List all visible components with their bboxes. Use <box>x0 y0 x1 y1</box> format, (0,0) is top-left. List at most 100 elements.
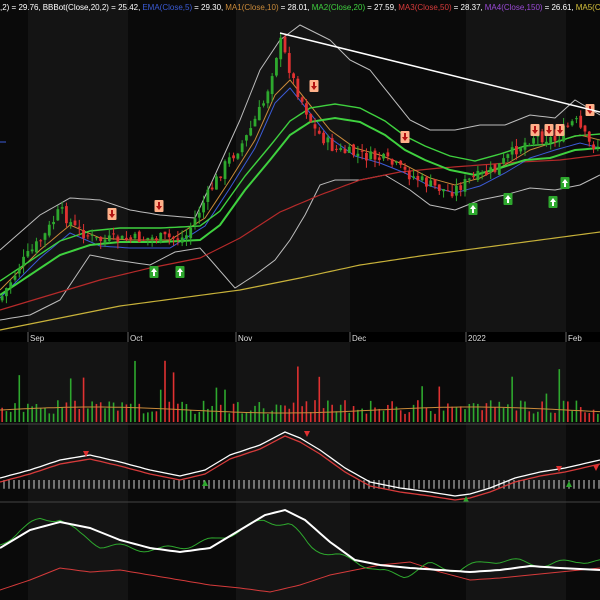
legend-item: = 27.59, <box>367 3 397 12</box>
candle-body <box>305 103 308 115</box>
candle-body <box>232 155 235 159</box>
candle-body <box>17 268 21 274</box>
candle-body <box>103 239 107 244</box>
candle-body <box>369 151 373 160</box>
candle-body <box>309 113 313 122</box>
legend-item: = 29.30, <box>194 3 224 12</box>
month-band <box>566 0 600 332</box>
candle-body <box>403 166 407 170</box>
stock-chart[interactable]: Sep Oct Nov Dec 2022 Feb ,2) = 29.76, BBBot(Cl… <box>0 0 600 600</box>
candle-body <box>180 237 184 243</box>
month-band <box>0 342 28 424</box>
candle-body <box>266 91 270 104</box>
legend-item: MA1(Close,10) <box>225 3 279 12</box>
candle-body <box>523 142 527 150</box>
candle-body <box>56 209 60 221</box>
candle-body <box>386 152 390 157</box>
candle-body <box>13 275 17 280</box>
candle-body <box>227 157 231 164</box>
candle-body <box>450 192 454 197</box>
buy-arrow-icon[interactable] <box>175 266 185 278</box>
candle-body <box>429 180 433 187</box>
candle-body <box>35 241 38 253</box>
time-axis-label: Nov <box>238 334 252 343</box>
month-band <box>350 502 466 600</box>
candle-body <box>279 37 283 60</box>
candle-body <box>446 190 450 192</box>
candle-body <box>472 176 475 178</box>
sell-arrow-icon[interactable] <box>544 124 554 136</box>
sell-arrow-icon[interactable] <box>555 124 565 136</box>
candle-body <box>322 132 325 144</box>
candle-body <box>352 144 355 156</box>
time-axis-label: Sep <box>30 334 45 343</box>
candle-body <box>416 175 420 181</box>
month-band <box>466 502 566 600</box>
candle-body <box>116 236 120 242</box>
candle-body <box>287 53 291 73</box>
candle-body <box>407 170 411 180</box>
candle-body <box>283 36 287 53</box>
candle-body <box>442 189 445 192</box>
buy-arrow-icon[interactable] <box>560 177 570 189</box>
candle-body <box>467 178 471 180</box>
candle-body <box>390 159 394 165</box>
candle-body <box>155 238 158 241</box>
time-axis-label: 2022 <box>468 334 486 343</box>
legend-item: ,2) = 29.76, <box>0 3 41 12</box>
time-axis: Sep Oct Nov Dec 2022 Feb <box>0 332 600 343</box>
legend-item: = 28.37, <box>453 3 483 12</box>
candle-body <box>317 130 321 134</box>
candle-body <box>236 153 240 159</box>
candle-body <box>43 233 47 240</box>
sell-arrow-icon[interactable] <box>400 131 410 143</box>
candle-body <box>557 139 561 143</box>
candle-body <box>540 131 544 143</box>
candle-body <box>193 218 197 226</box>
candle-body <box>395 161 398 163</box>
legend-item: MA3(Close,50) <box>398 3 452 12</box>
candle-body <box>275 57 278 76</box>
legend-item: MA5(Cl <box>575 3 600 12</box>
chart-canvas[interactable]: Sep Oct Nov Dec 2022 Feb <box>0 0 600 600</box>
buy-arrow-icon[interactable] <box>503 193 513 205</box>
candle-body <box>210 187 214 190</box>
candle-body <box>167 233 171 238</box>
time-axis-label: Feb <box>568 334 582 343</box>
candle-body <box>347 146 351 153</box>
candle-body <box>253 118 257 127</box>
candle-body <box>52 221 55 225</box>
candle-body <box>292 73 295 79</box>
candle-body <box>356 153 360 157</box>
sell-arrow-icon[interactable] <box>309 80 319 92</box>
candle-body <box>532 138 535 144</box>
candle-body <box>257 106 261 121</box>
candle-body <box>326 137 330 143</box>
candle-body <box>549 137 553 144</box>
legend-item: = 26.61, <box>544 3 574 12</box>
sell-arrow-icon[interactable] <box>107 208 117 220</box>
candle-body <box>545 141 548 146</box>
candle-body <box>120 235 124 240</box>
candle-body <box>86 235 90 237</box>
candle-body <box>506 154 510 158</box>
candle-body <box>142 239 145 241</box>
candle-body <box>420 176 424 181</box>
sell-arrow-icon[interactable] <box>530 124 540 136</box>
candle-body <box>587 131 591 142</box>
time-axis-label: Oct <box>130 334 143 343</box>
month-band <box>28 424 128 502</box>
buy-arrow-icon[interactable] <box>548 196 558 208</box>
buy-arrow-icon[interactable] <box>468 203 478 215</box>
candle-body <box>570 121 574 126</box>
candle-body <box>146 237 150 240</box>
sell-arrow-icon[interactable] <box>154 200 164 212</box>
candle-body <box>399 160 403 165</box>
candle-body <box>425 177 428 187</box>
candle-body <box>515 146 518 155</box>
axis-strip <box>0 332 600 342</box>
candle-body <box>463 179 467 192</box>
candle-body <box>502 158 505 164</box>
candle-body <box>107 235 111 242</box>
buy-arrow-icon[interactable] <box>149 266 159 278</box>
